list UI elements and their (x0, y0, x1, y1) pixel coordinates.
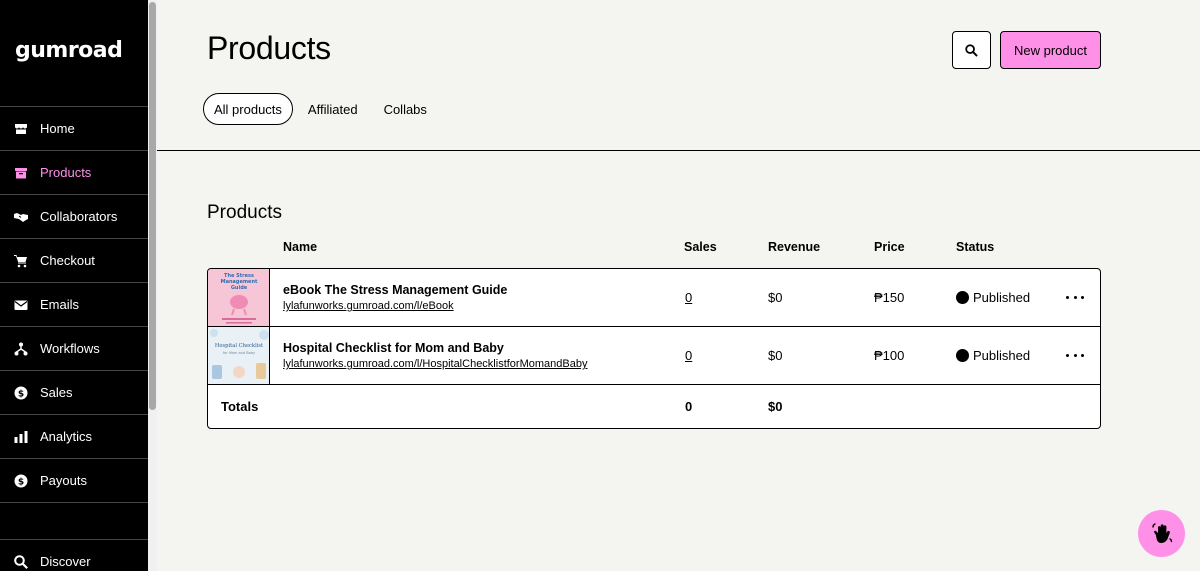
product-thumbnail[interactable]: Hospital Checklist for Mom and Baby (208, 327, 270, 384)
sidebar-item-label: Collaborators (40, 209, 118, 224)
page-header: Products New product All products Affili… (157, 0, 1200, 151)
sidebar-item-emails[interactable]: Emails (0, 283, 148, 327)
product-url-link[interactable]: lylafunworks.gumroad.com/l/eBook (283, 300, 454, 312)
table-row[interactable]: Hospital Checklist for Mom and Baby Hosp… (208, 327, 1100, 385)
thumb-title: Hospital Checklist (215, 343, 264, 349)
products-table: The Stress Management Guide eBook The St… (207, 268, 1101, 429)
ellipsis-dot-icon (1066, 353, 1069, 357)
sidebar-item-workflows[interactable]: Workflows (0, 327, 148, 371)
product-tabs: All products Affiliated Collabs (203, 93, 438, 125)
product-name[interactable]: eBook The Stress Management Guide (283, 283, 507, 297)
column-header-price[interactable]: Price (874, 240, 905, 254)
product-thumbnail-image: The Stress Management Guide (208, 269, 269, 326)
ellipsis-dot-icon (1066, 295, 1069, 299)
sidebar-item-label: Analytics (40, 429, 93, 444)
sidebar-item-label: Payouts (40, 473, 87, 488)
status-label: Published (973, 290, 1031, 305)
sidebar-item-label: Checkout (40, 253, 95, 268)
sidebar-item-label: Discover (40, 554, 91, 569)
product-revenue: $0 (768, 348, 783, 363)
totals-sales: 0 (685, 399, 693, 414)
ellipsis-dot-icon (1081, 295, 1084, 299)
sidebar: GUMROAD Home Products Collaborators Chec… (0, 0, 148, 571)
store-icon (14, 122, 28, 136)
ellipsis-dot-icon (1073, 353, 1077, 357)
column-header-sales[interactable]: Sales (684, 240, 717, 254)
sidebar-item-home[interactable]: Home (0, 107, 148, 151)
sidebar-item-discover[interactable]: Discover (0, 539, 148, 571)
product-thumbnail[interactable]: The Stress Management Guide (208, 269, 270, 326)
svg-text:$: $ (18, 477, 24, 487)
search-button[interactable] (952, 31, 991, 69)
new-product-button[interactable]: New product (1000, 31, 1101, 69)
bar-chart-icon (14, 430, 28, 444)
product-thumbnail-image: Hospital Checklist for Mom and Baby (208, 327, 269, 384)
search-icon (14, 554, 28, 569)
product-sales-link[interactable]: 0 (685, 348, 692, 363)
thumb-subtitle: for Mom and Baby (223, 351, 255, 355)
sidebar-item-label: Products (40, 165, 92, 180)
sidebar-item-analytics[interactable]: Analytics (0, 415, 148, 459)
logo-text: GUMROAD (15, 37, 123, 63)
table-header: Name Sales Revenue Price Status (207, 238, 1101, 258)
more-options-button[interactable] (1066, 347, 1084, 363)
gumroad-logo[interactable]: GUMROAD (15, 37, 123, 63)
product-revenue: $0 (768, 290, 783, 305)
sidebar-item-label: Workflows (40, 341, 100, 356)
sidebar-item-label: Sales (40, 385, 73, 400)
workflow-icon (14, 342, 28, 356)
page-title: Products (207, 30, 331, 66)
tab-all-products[interactable]: All products (203, 93, 293, 125)
status-badge: Published (956, 348, 1030, 363)
totals-revenue: $0 (768, 399, 783, 414)
search-icon (965, 43, 978, 57)
dollar-circle-icon: $ (14, 386, 28, 400)
sidebar-item-label: Home (40, 121, 75, 136)
tab-collabs[interactable]: Collabs (373, 93, 438, 125)
column-header-status[interactable]: Status (956, 240, 994, 254)
cart-icon (14, 254, 28, 268)
column-header-revenue[interactable]: Revenue (768, 240, 820, 254)
table-row[interactable]: The Stress Management Guide eBook The St… (208, 269, 1100, 327)
sidebar-scrollbar[interactable] (148, 0, 157, 571)
waving-hand-icon (1151, 522, 1172, 543)
sidebar-item-collaborators[interactable]: Collaborators (0, 195, 148, 239)
help-button[interactable] (1138, 510, 1185, 557)
product-name[interactable]: Hospital Checklist for Mom and Baby (283, 341, 504, 355)
envelope-icon (14, 298, 28, 312)
sidebar-item-products[interactable]: Products (0, 151, 148, 195)
product-sales-link[interactable]: 0 (685, 290, 692, 305)
sidebar-item-sales[interactable]: $ Sales (0, 371, 148, 415)
dollar-circle-icon: $ (14, 474, 28, 488)
sidebar-item-checkout[interactable]: Checkout (0, 239, 148, 283)
totals-row: Totals 0 $0 (208, 385, 1100, 428)
sidebar-nav: Home Products Collaborators Checkout Ema… (0, 106, 148, 503)
sidebar-item-payouts[interactable]: $ Payouts (0, 459, 148, 503)
handshake-icon (14, 210, 28, 224)
status-dot-icon (956, 291, 969, 304)
product-price: ₱100 (874, 348, 905, 363)
thumb-title-line-3: Guide (231, 285, 248, 291)
svg-text:$: $ (18, 389, 24, 399)
column-header-name[interactable]: Name (283, 240, 317, 254)
status-badge: Published (956, 290, 1030, 305)
ellipsis-dot-icon (1081, 353, 1084, 357)
tab-affiliated[interactable]: Affiliated (297, 93, 369, 125)
archive-icon (14, 166, 28, 180)
scrollbar-thumb[interactable] (149, 2, 156, 410)
section-title: Products (207, 202, 282, 223)
sidebar-item-label: Emails (40, 297, 80, 312)
product-price: ₱150 (874, 290, 905, 305)
ellipsis-dot-icon (1073, 295, 1077, 299)
status-label: Published (973, 348, 1031, 363)
product-url-link[interactable]: lylafunworks.gumroad.com/l/HospitalCheck… (283, 358, 587, 370)
totals-label: Totals (221, 399, 259, 414)
more-options-button[interactable] (1066, 289, 1084, 305)
status-dot-icon (956, 349, 969, 362)
